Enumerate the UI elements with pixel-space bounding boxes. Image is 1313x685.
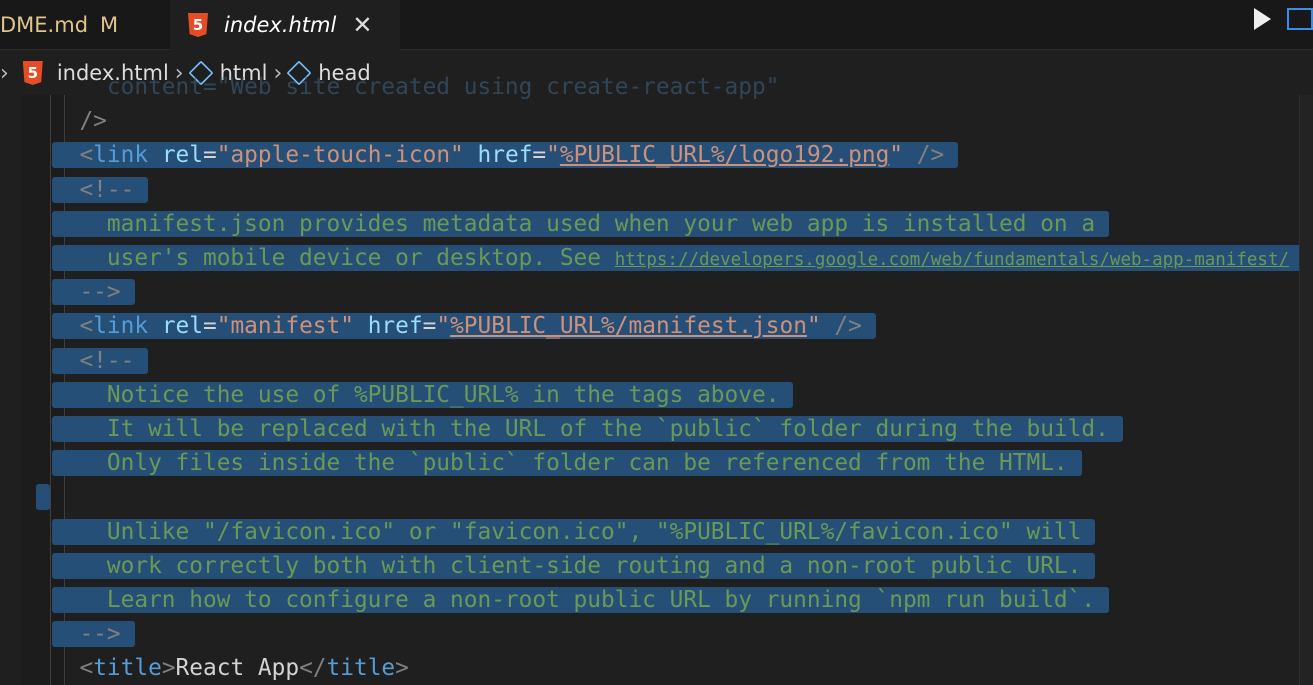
- code-token: ": [546, 142, 560, 169]
- code-token: >: [395, 655, 409, 682]
- code-token: ": [889, 142, 904, 169]
- code-line[interactable]: Notice the use of %PUBLIC_URL% in the ta…: [52, 378, 794, 412]
- tab-bar: DME.md M 5 index.html ✕: [0, 0, 1313, 50]
- code-token: user's mobile device or desktop. See: [52, 245, 615, 271]
- code-token: title: [326, 655, 396, 682]
- code-token: href: [463, 142, 533, 169]
- code-token: https://developers.google.com/web/fundam…: [614, 250, 1290, 270]
- code-token: />: [52, 108, 107, 135]
- code-token: =: [422, 313, 437, 340]
- code-token: Notice the use of %PUBLIC_URL% in the ta…: [52, 381, 780, 408]
- code-token: <: [52, 313, 94, 340]
- code-line[interactable]: Only files inside the `public` folder ca…: [52, 446, 1082, 480]
- html5-icon: 5: [22, 61, 43, 85]
- code-line[interactable]: <!--: [52, 173, 149, 207]
- code-token: Only files inside the `public` folder ca…: [52, 450, 1068, 477]
- tab-readme[interactable]: DME.md M: [0, 0, 118, 50]
- tab-index-html[interactable]: 5 index.html ✕: [170, 0, 400, 50]
- code-token: title: [93, 655, 162, 682]
- indent-guide: [50, 95, 51, 685]
- code-token: rel: [148, 313, 203, 340]
- code-line[interactable]: />: [52, 104, 107, 138]
- code-line[interactable]: <!--: [52, 344, 149, 378]
- code-line[interactable]: <title>React App</title>: [52, 651, 409, 685]
- code-token: =: [203, 313, 217, 340]
- code-token: link: [93, 142, 149, 169]
- code-token: ": [436, 313, 451, 340]
- code-token: />: [903, 142, 945, 169]
- code-token: rel: [148, 142, 203, 169]
- code-token: Unlike "/favicon.ico" or "favicon.ico", …: [52, 518, 1082, 545]
- vertical-scrollbar[interactable]: [1299, 95, 1313, 685]
- tab-label: index.html: [224, 13, 337, 37]
- code-line[interactable]: user's mobile device or desktop. See htt…: [52, 241, 1304, 275]
- code-token: React App: [175, 655, 300, 682]
- code-line[interactable]: Learn how to configure a non-root public…: [52, 583, 1110, 617]
- code-line[interactable]: <link rel="manifest" href="%PUBLIC_URL%/…: [52, 309, 876, 343]
- code-editor[interactable]: content="Web site created using create-r…: [0, 74, 1313, 685]
- code-token: <!--: [52, 347, 135, 374]
- code-token: %PUBLIC_URL%/logo192.png: [559, 142, 890, 169]
- code-token: work correctly both with client-side rou…: [52, 552, 1082, 579]
- code-token: =: [532, 142, 547, 169]
- code-token: =: [203, 142, 217, 169]
- open-preview-icon[interactable]: [1287, 8, 1313, 30]
- code-token: -->: [52, 279, 121, 306]
- code-line[interactable]: It will be replaced with the URL of the …: [52, 412, 1123, 446]
- code-token: </: [299, 655, 327, 682]
- code-token: %PUBLIC_URL%/manifest.json: [450, 313, 807, 340]
- run-icon[interactable]: [1254, 8, 1271, 30]
- html5-icon: 5: [188, 13, 208, 37]
- code-token: link: [93, 313, 149, 340]
- code-token: "apple-touch-icon": [216, 142, 464, 169]
- code-token: <: [52, 655, 94, 682]
- code-token: ": [806, 313, 821, 340]
- code-token: -->: [52, 621, 121, 648]
- modified-badge: M: [100, 13, 119, 37]
- tab-label: DME.md: [0, 13, 89, 37]
- code-line[interactable]: content="Web site created using create-r…: [52, 70, 780, 104]
- close-icon[interactable]: ✕: [352, 11, 372, 39]
- code-token: <: [52, 142, 94, 169]
- code-token: href: [353, 313, 423, 340]
- code-line[interactable]: <link rel="apple-touch-icon" href="%PUBL…: [52, 138, 959, 172]
- code-token: "manifest": [216, 313, 354, 340]
- code-token: manifest.json provides metadata used whe…: [52, 210, 1096, 237]
- code-token: >: [161, 655, 176, 682]
- code-line[interactable]: manifest.json provides metadata used whe…: [52, 207, 1110, 241]
- code-token: content="Web site created using create-r…: [52, 74, 780, 100]
- code-token: />: [820, 313, 862, 340]
- code-token: <!--: [52, 176, 135, 203]
- code-line[interactable]: [36, 480, 50, 514]
- code-line[interactable]: Unlike "/favicon.ico" or "favicon.ico", …: [52, 515, 1096, 549]
- code-token: Learn how to configure a non-root public…: [52, 587, 1096, 613]
- code-line[interactable]: work correctly both with client-side rou…: [52, 549, 1096, 583]
- code-token: It will be replaced with the URL of the …: [52, 416, 1109, 442]
- code-line[interactable]: -->: [52, 275, 135, 309]
- code-line[interactable]: -->: [52, 617, 135, 651]
- chevron-right-icon: ›: [0, 60, 9, 86]
